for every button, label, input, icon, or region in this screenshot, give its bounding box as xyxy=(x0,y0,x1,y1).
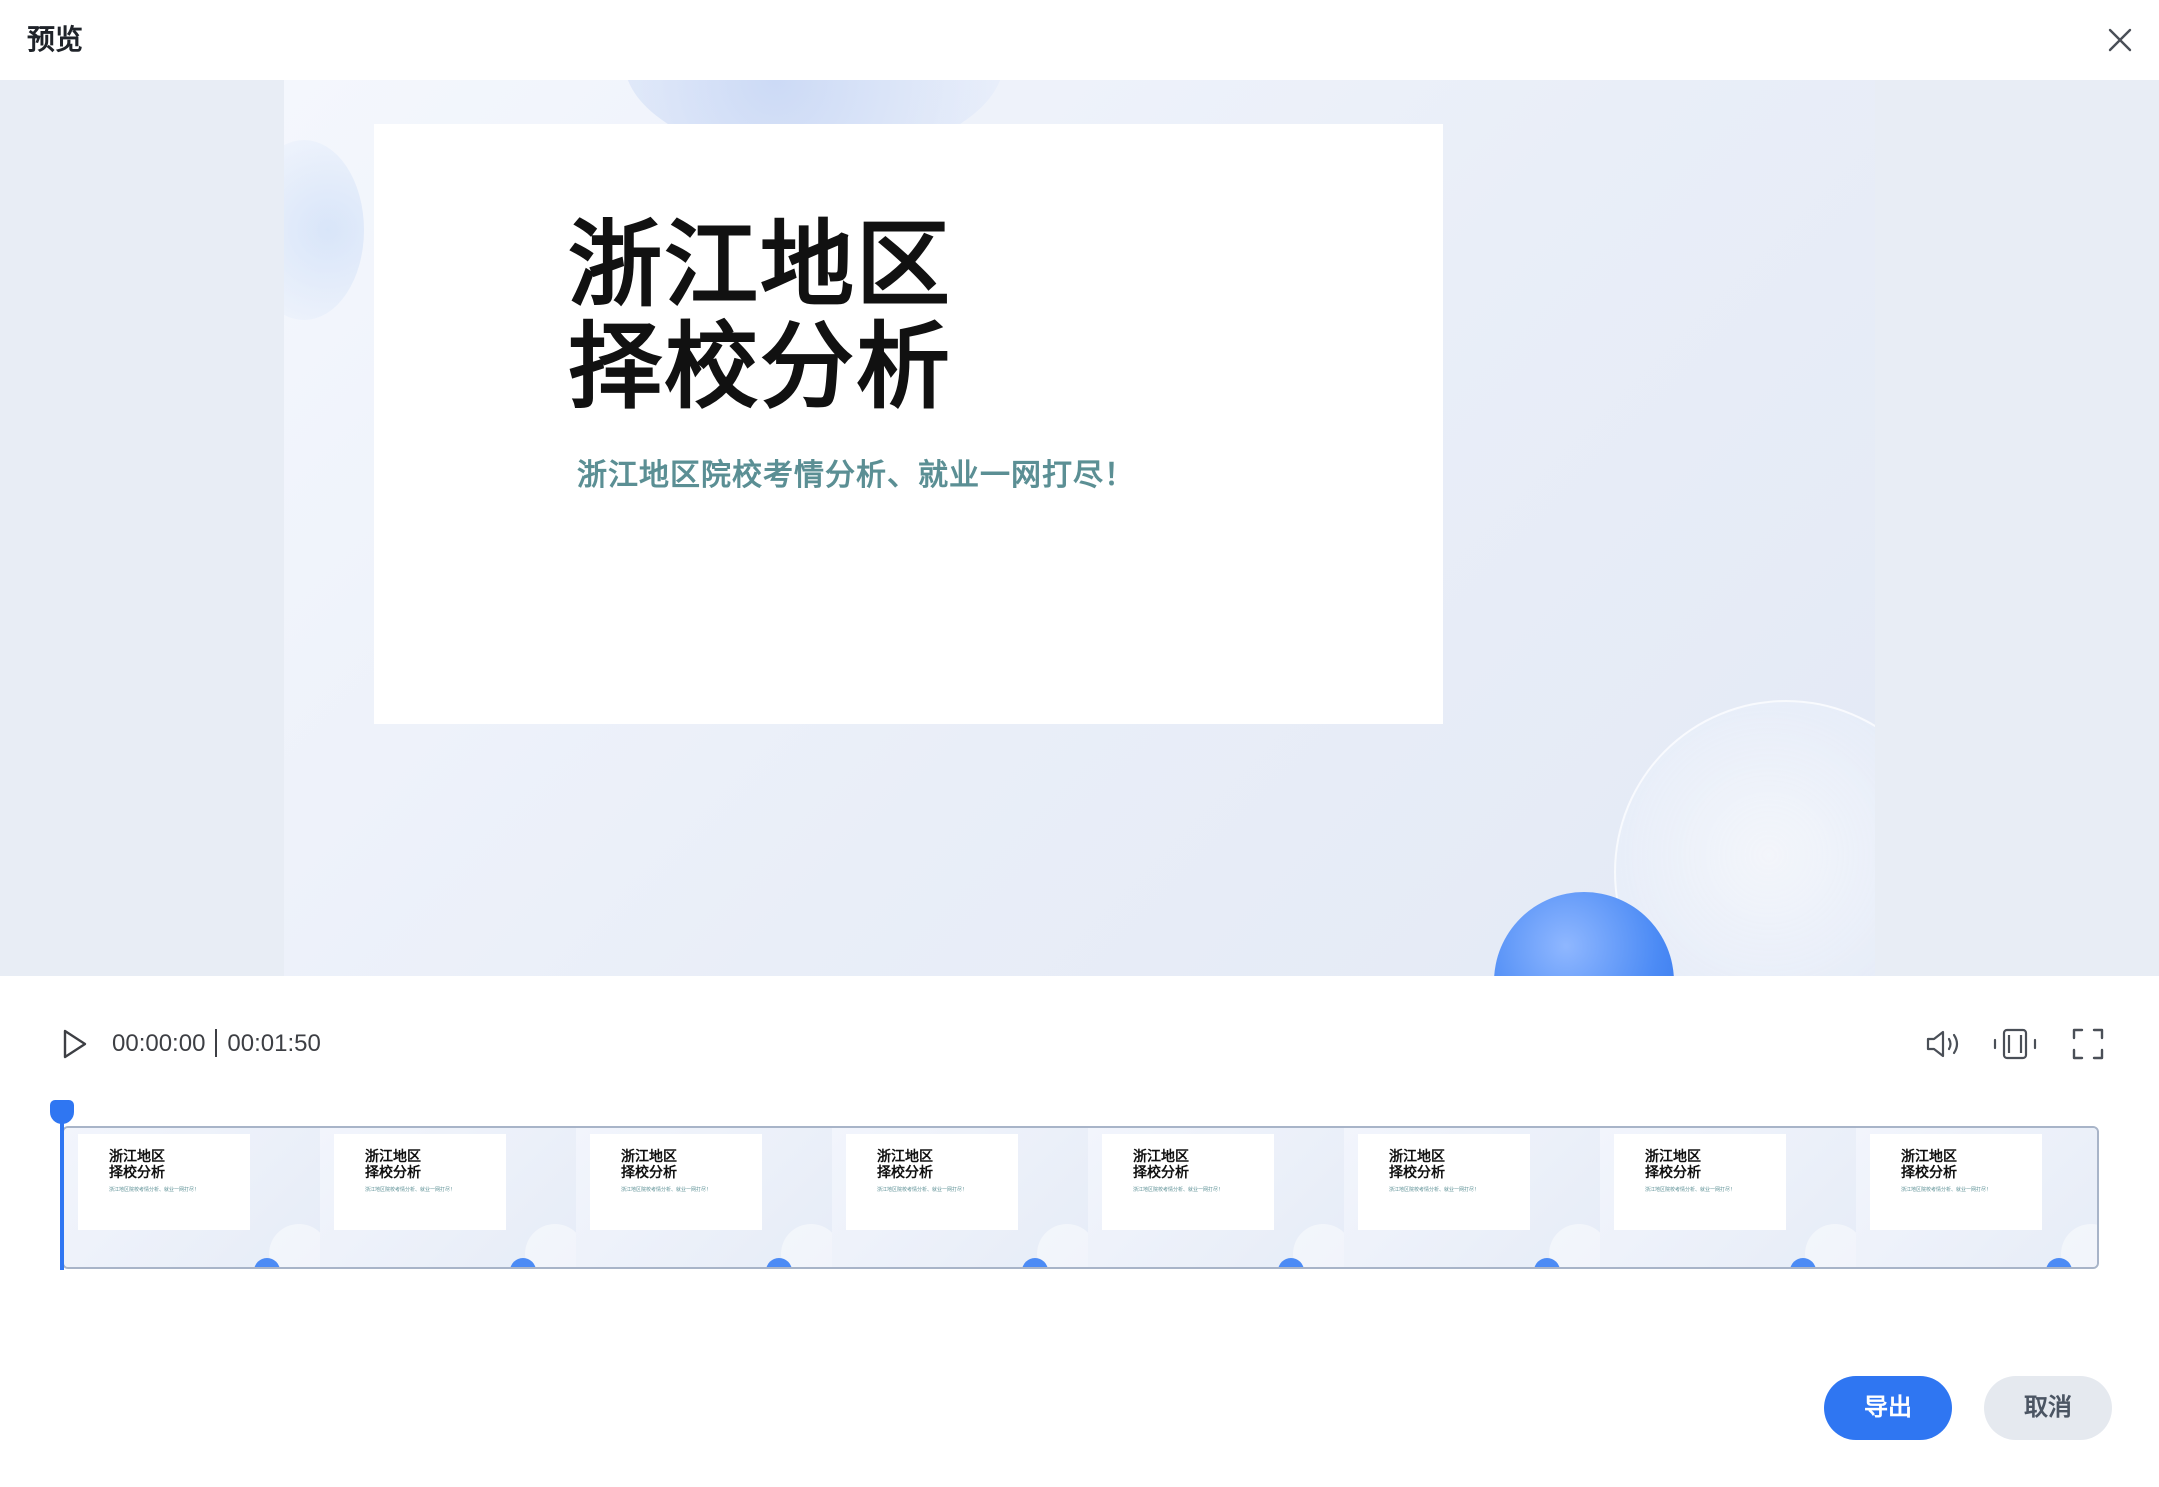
frame-subtitle: 浙江地区院校考情分析、就业一网打尽！ xyxy=(621,1187,712,1193)
slide-subtitle: 浙江地区院校考情分析、就业一网打尽！ xyxy=(577,459,1135,492)
preview-dialog: 预览 浙江地区 择校分析 浙江地区院校考情分析、就业一网打尽！ 00:00:00 xyxy=(0,0,2159,1487)
slide-card: 浙江地区 择校分析 浙江地区院校考情分析、就业一网打尽！ xyxy=(374,124,1443,724)
frame-thumbnail: 浙江地区 择校分析浙江地区院校考情分析、就业一网打尽！ xyxy=(1614,1134,1786,1230)
dialog-title: 预览 xyxy=(27,24,84,55)
timeline-frame[interactable]: 浙江地区 择校分析浙江地区院校考情分析、就业一网打尽！ xyxy=(320,1128,576,1267)
close-icon xyxy=(2108,28,2132,52)
frame-subtitle: 浙江地区院校考情分析、就业一网打尽！ xyxy=(109,1187,200,1193)
decor-bubble xyxy=(284,140,364,320)
frame-decor xyxy=(269,1224,320,1267)
frame-decor xyxy=(1805,1224,1856,1267)
play-button[interactable] xyxy=(56,1026,92,1062)
export-button[interactable]: 导出 xyxy=(1824,1376,1952,1440)
cancel-button[interactable]: 取消 xyxy=(1984,1376,2112,1440)
playhead[interactable] xyxy=(50,1100,74,1270)
frame-subtitle: 浙江地区院校考情分析、就业一网打尽！ xyxy=(1645,1187,1736,1193)
frame-title: 浙江地区 择校分析 xyxy=(1133,1148,1189,1180)
playhead-line xyxy=(60,1112,64,1270)
timeline-frame[interactable]: 浙江地区 择校分析浙江地区院校考情分析、就业一网打尽！ xyxy=(832,1128,1088,1267)
time-display: 00:00:00 00:01:50 xyxy=(112,1028,321,1060)
timeline-frame[interactable]: 浙江地区 择校分析浙江地区院校考情分析、就业一网打尽！ xyxy=(1600,1128,1856,1267)
frame-decor xyxy=(525,1224,576,1267)
frame-subtitle: 浙江地区院校考情分析、就业一网打尽！ xyxy=(365,1187,456,1193)
frame-subtitle: 浙江地区院校考情分析、就业一网打尽！ xyxy=(1133,1187,1224,1193)
timeline-frames: 浙江地区 择校分析 浙江地区院校考情分析、就业一网打尽！ 浙江地区 择校分析 浙江地区… xyxy=(64,1128,2097,1267)
volume-button[interactable] xyxy=(1924,1026,1964,1062)
timeline-frame[interactable]: 浙江地区 择校分析浙江地区院校考情分析、就业一网打尽！ xyxy=(576,1128,832,1267)
total-time: 00:01:50 xyxy=(227,1030,321,1057)
timeline-frame[interactable]: 浙江地区 择校分析浙江地区院校考情分析、就业一网打尽！ xyxy=(1088,1128,1344,1267)
frame-title: 浙江地区 择校分析 xyxy=(877,1148,933,1180)
preview-area: 浙江地区 择校分析 浙江地区院校考情分析、就业一网打尽！ xyxy=(0,80,2159,976)
timeline-frame[interactable]: 浙江地区 择校分析浙江地区院校考情分析、就业一网打尽！ xyxy=(1856,1128,2097,1267)
frame-subtitle: 浙江地区院校考情分析、就业一网打尽！ xyxy=(1901,1187,1992,1193)
frame-thumbnail: 浙江地区 择校分析浙江地区院校考情分析、就业一网打尽！ xyxy=(334,1134,506,1230)
frame-thumbnail: 浙江地区 择校分析浙江地区院校考情分析、就业一网打尽！ xyxy=(590,1134,762,1230)
frame-title: 浙江地区 择校分析 xyxy=(621,1148,677,1180)
close-button[interactable] xyxy=(2100,20,2140,60)
frame-title: 浙江地区 择校分析 xyxy=(1389,1148,1445,1180)
fit-screen-icon xyxy=(1993,1028,2037,1060)
frame-thumbnail: 浙江地区 择校分析浙江地区院校考情分析、就业一网打尽！ xyxy=(78,1134,250,1230)
dialog-header: 预览 xyxy=(0,0,2159,80)
timeline-track[interactable]: 浙江地区 择校分析 浙江地区院校考情分析、就业一网打尽！ 浙江地区 择校分析 浙江地区… xyxy=(62,1126,2099,1269)
frame-subtitle: 浙江地区院校考情分析、就业一网打尽！ xyxy=(1389,1187,1480,1193)
frame-title: 浙江地区 择校分析 xyxy=(1645,1148,1701,1180)
time-separator xyxy=(215,1028,218,1057)
slide-heading: 浙江地区 择校分析 xyxy=(568,212,953,419)
volume-icon xyxy=(1926,1030,1959,1058)
current-time: 00:00:00 xyxy=(112,1030,206,1057)
fullscreen-button[interactable] xyxy=(2070,1026,2106,1062)
frame-thumbnail: 浙江地区 择校分析浙江地区院校考情分析、就业一网打尽！ xyxy=(846,1134,1018,1230)
fit-screen-button[interactable] xyxy=(1992,1026,2038,1062)
frame-subtitle: 浙江地区院校考情分析、就业一网打尽！ xyxy=(877,1187,968,1193)
frame-thumbnail: 浙江地区 择校分析浙江地区院校考情分析、就业一网打尽！ xyxy=(1358,1134,1530,1230)
fullscreen-icon xyxy=(2072,1028,2104,1060)
frame-title: 浙江地区 择校分析 xyxy=(365,1148,421,1180)
frame-title: 浙江地区 择校分析 xyxy=(1901,1148,1957,1180)
frame-decor xyxy=(1037,1224,1088,1267)
timeline-frame[interactable]: 浙江地区 择校分析浙江地区院校考情分析、就业一网打尽！ xyxy=(1344,1128,1600,1267)
frame-thumbnail: 浙江地区 择校分析浙江地区院校考情分析、就业一网打尽！ xyxy=(1102,1134,1274,1230)
frame-thumbnail: 浙江地区 择校分析浙江地区院校考情分析、就业一网打尽！ xyxy=(1870,1134,2042,1230)
play-icon xyxy=(63,1029,87,1059)
frame-decor xyxy=(1549,1224,1600,1267)
frame-decor xyxy=(1293,1224,1344,1267)
frame-decor xyxy=(781,1224,832,1267)
timeline-frame[interactable]: 浙江地区 择校分析浙江地区院校考情分析、就业一网打尽！ xyxy=(64,1128,320,1267)
player-controls: 00:00:00 00:01:50 xyxy=(0,1010,2159,1080)
frame-title: 浙江地区 择校分析 xyxy=(109,1148,165,1180)
